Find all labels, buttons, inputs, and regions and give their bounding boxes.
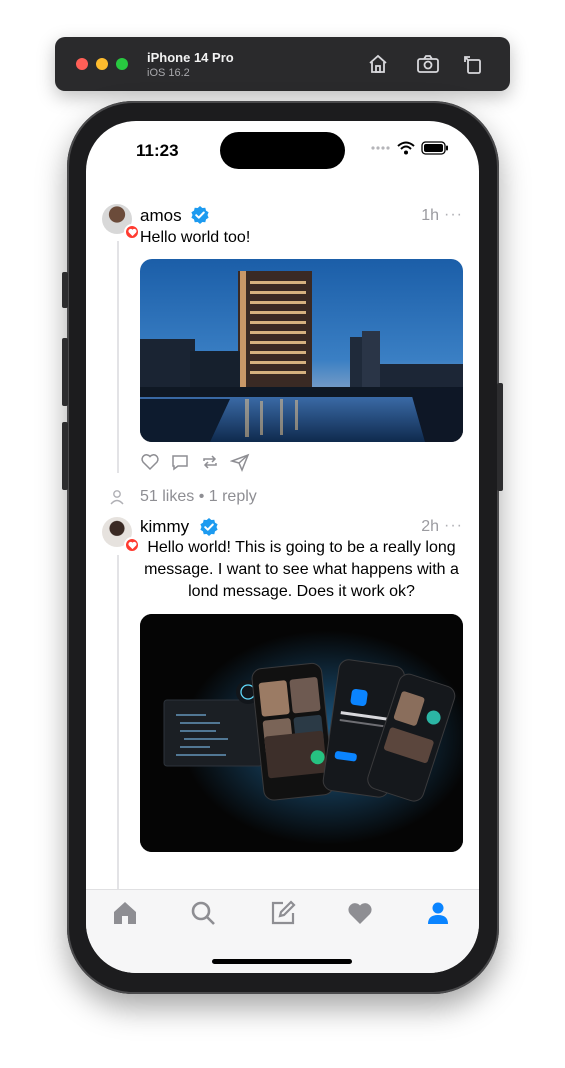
tab-compose[interactable] — [266, 896, 300, 930]
simulator-toolbar: iPhone 14 Pro iOS 16.2 — [55, 37, 510, 91]
dynamic-island — [220, 132, 345, 169]
username[interactable]: kimmy — [140, 517, 189, 537]
os-version: iOS 16.2 — [147, 67, 190, 79]
post-time: 1h — [421, 207, 439, 224]
status-time: 11:23 — [136, 141, 179, 160]
share-icon[interactable] — [230, 452, 250, 472]
compose-icon — [271, 900, 296, 925]
hotel-city-river-photo — [140, 259, 463, 442]
minimize-window-button[interactable] — [96, 58, 108, 70]
repost-icon[interactable] — [200, 452, 220, 472]
volume-up-button — [62, 338, 68, 406]
like-icon[interactable] — [140, 452, 160, 472]
search-icon — [191, 901, 215, 925]
comment-icon[interactable] — [170, 452, 190, 472]
home-indicator[interactable] — [212, 959, 352, 964]
home-button[interactable] — [365, 51, 391, 77]
post-image[interactable] — [140, 259, 463, 442]
more-options-button[interactable]: ··· — [444, 206, 463, 224]
tab-activity[interactable] — [343, 896, 377, 930]
person-icon — [428, 902, 448, 924]
heart-icon — [348, 903, 372, 924]
home-icon — [369, 54, 387, 73]
phone-screen: 11:23 amos 1h ··· Hello world too! 51 li… — [86, 121, 479, 973]
verified-badge-icon — [200, 518, 218, 536]
rotate-icon — [464, 56, 481, 74]
post-image[interactable] — [140, 614, 463, 852]
screenshot-icon — [417, 55, 439, 73]
tab-search[interactable] — [186, 896, 220, 930]
like-badge — [124, 537, 140, 553]
avatar[interactable] — [102, 517, 140, 553]
thread-line — [117, 555, 119, 889]
heart-icon — [127, 228, 137, 236]
tab-profile[interactable] — [421, 896, 455, 930]
thread-line — [117, 241, 119, 473]
username[interactable]: amos — [140, 206, 182, 226]
stream-video-calling-phones-image — [140, 614, 463, 852]
device-name: iPhone 14 Pro — [147, 50, 234, 65]
screenshot-button[interactable] — [415, 51, 441, 77]
post-text: Hello world! This is going to be a reall… — [144, 539, 459, 600]
tab-home[interactable] — [108, 896, 142, 930]
avatar[interactable] — [102, 204, 140, 240]
action-button — [62, 272, 68, 308]
heart-icon — [127, 541, 137, 549]
like-badge — [124, 224, 140, 240]
verified-badge-icon — [191, 206, 209, 224]
status-icons — [371, 141, 449, 155]
signal-dots-icon — [371, 146, 390, 150]
battery-icon — [421, 141, 448, 155]
feed[interactable]: amos 1h ··· Hello world too! 51 likes • … — [86, 201, 479, 889]
volume-down-button — [62, 422, 68, 490]
post-time: 2h — [421, 518, 439, 535]
post-text: Hello world too! — [140, 229, 251, 246]
power-button — [497, 383, 503, 491]
close-window-button[interactable] — [76, 58, 88, 70]
post-actions — [140, 452, 250, 472]
zoom-window-button[interactable] — [116, 58, 128, 70]
wifi-icon — [397, 141, 415, 155]
rotate-button[interactable] — [460, 51, 486, 77]
post-stats[interactable]: 51 likes • 1 reply — [140, 488, 257, 506]
person-icon — [110, 490, 124, 505]
home-icon — [114, 902, 136, 924]
more-options-button[interactable]: ··· — [444, 517, 463, 535]
